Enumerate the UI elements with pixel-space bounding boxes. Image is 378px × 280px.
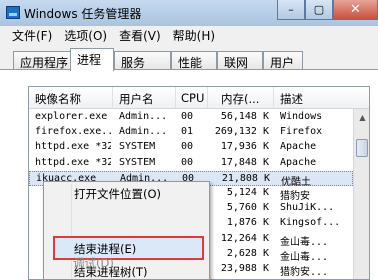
table-header: 映像名称 用户名 CPU 内存(... 描述: [29, 87, 369, 109]
cell-description: Windows: [280, 111, 323, 122]
cell-description: Kingsof...: [280, 217, 341, 229]
cell-description: Apache: [280, 141, 317, 153]
cell-description: ShuJiK...: [280, 202, 335, 214]
cell-cpu: 00: [181, 141, 194, 153]
close-button[interactable]: ✕: [333, 0, 378, 20]
window-title: Windows 任务管理器: [24, 7, 142, 21]
cell-description: Firefox: [280, 126, 323, 138]
column-cpu[interactable]: CPU: [181, 91, 204, 105]
table-row[interactable]: httpd.exe *32 SYSTEM 00 17,936 K Apache: [29, 140, 353, 155]
cell-user-name: SYSTEM: [119, 141, 156, 153]
maximize-button[interactable]: ▢: [305, 0, 333, 20]
column-image-name[interactable]: 映像名称: [35, 91, 81, 107]
cell-cpu: 00: [181, 156, 194, 168]
table-row[interactable]: explorer.exe Admin... 00 56,148 K Windows: [29, 110, 353, 125]
vertical-scrollbar[interactable]: ▲: [353, 109, 369, 279]
menu-gutter-divider: [71, 184, 72, 279]
maximize-icon: ▢: [313, 3, 325, 16]
column-divider[interactable]: [112, 87, 113, 109]
cell-cpu: 01: [181, 126, 194, 138]
cell-memory: 56,148 K: [220, 111, 269, 122]
cell-image-name: httpd.exe *32: [35, 156, 111, 168]
scroll-up-arrow-icon[interactable]: ▲: [354, 109, 369, 125]
cell-user-name: Admin...: [119, 126, 168, 138]
cell-description: 猎豹安: [280, 191, 310, 202]
cell-memory: 21,808 K: [221, 172, 270, 184]
tab-services[interactable]: 服务: [114, 51, 171, 70]
cell-memory: 12,264 K: [220, 232, 269, 244]
cell-description: 金山毒...: [280, 251, 329, 263]
tab-processes[interactable]: 进程: [70, 48, 114, 71]
cell-memory: 1,876 K: [226, 217, 269, 229]
menu-item-open-file-location[interactable]: 打开文件位置(O): [74, 186, 161, 202]
cell-cpu: 00: [181, 111, 194, 122]
menu-view[interactable]: 查看(V): [113, 26, 167, 44]
tab-strip: 应用程序 进程 服务 性能 联网 用户: [0, 44, 378, 71]
column-divider[interactable]: [273, 87, 274, 109]
menu-bar: 文件(F) 选项(O) 查看(V) 帮助(H): [0, 26, 378, 44]
menu-file[interactable]: 文件(F): [6, 26, 58, 44]
minimize-icon: –: [288, 3, 294, 16]
table-row[interactable]: firefox.exe... Admin... 01 269,132 K Firefox: [29, 125, 353, 140]
minimize-button[interactable]: –: [277, 0, 305, 20]
column-divider[interactable]: [175, 87, 176, 109]
cell-memory: 2,628 K: [226, 247, 269, 259]
menu-help[interactable]: 帮助(H): [167, 26, 221, 44]
cell-memory: 5,760 K: [226, 202, 269, 214]
close-icon: ✕: [350, 2, 361, 17]
column-user-name[interactable]: 用户名: [119, 91, 154, 107]
cell-memory: 5,124 K: [226, 187, 269, 198]
title-bar: Windows 任务管理器 – ▢ ✕: [0, 0, 378, 26]
column-divider[interactable]: [207, 87, 208, 109]
context-menu: 打开文件位置(O) 结束进程(E) 结束进程树(T): [43, 181, 210, 280]
tab-performance[interactable]: 性能: [171, 51, 217, 70]
menu-item-debug: 调试(D): [73, 256, 114, 270]
cell-image-name: firefox.exe...: [35, 126, 111, 138]
cell-description: 金山毒...: [280, 236, 329, 248]
cell-memory: 269,132 K: [214, 126, 269, 138]
cell-description: 猎豹安...: [280, 267, 329, 278]
table-row[interactable]: httpd.exe *32 SYSTEM 00 17,848 K Apache: [29, 156, 353, 171]
scroll-thumb[interactable]: [356, 139, 368, 157]
cell-user-name: Admin...: [119, 111, 168, 122]
tab-applications[interactable]: 应用程序: [13, 51, 71, 70]
cell-memory: 17,936 K: [220, 141, 269, 153]
cell-description: Apache: [280, 156, 317, 168]
column-description[interactable]: 描述: [280, 91, 303, 107]
cell-memory: 17,848 K: [220, 156, 269, 168]
cell-user-name: SYSTEM: [119, 156, 156, 168]
menu-options[interactable]: 选项(O): [58, 26, 113, 44]
cell-image-name: explorer.exe: [35, 111, 108, 122]
task-manager-icon: [6, 6, 20, 19]
cell-memory: 23,988 K: [220, 263, 269, 274]
tab-networking[interactable]: 联网: [217, 51, 263, 70]
column-memory[interactable]: 内存(...: [221, 91, 259, 107]
cell-image-name: httpd.exe *32: [35, 141, 111, 153]
tab-users[interactable]: 用户: [263, 51, 303, 70]
window-controls: – ▢ ✕: [277, 0, 378, 20]
